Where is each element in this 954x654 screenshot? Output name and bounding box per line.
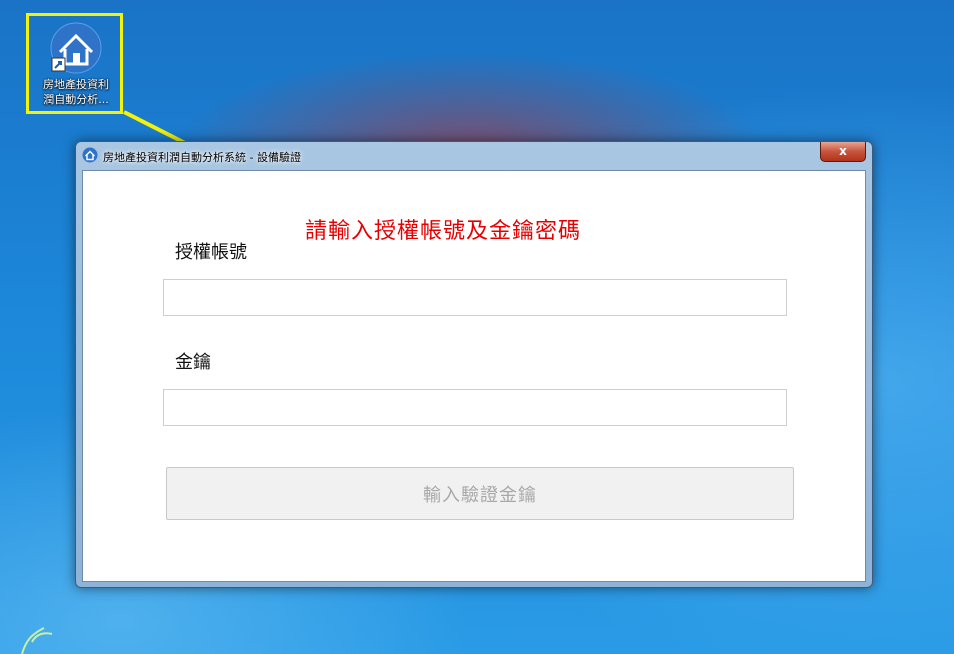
close-button[interactable]: x xyxy=(820,142,866,162)
account-label: 授權帳號 xyxy=(175,242,247,263)
key-label: 金鑰 xyxy=(175,352,211,373)
device-verification-window: 房地產投資利潤自動分析系統 - 設備驗證 x 請輸入授權帳號及金鑰密碼 授權帳號… xyxy=(75,141,873,588)
instruction-text: 請輸入授權帳號及金鑰密碼 xyxy=(305,219,582,244)
app-icon xyxy=(82,147,98,163)
account-input[interactable] xyxy=(163,279,787,316)
dialog-body: 請輸入授權帳號及金鑰密碼 授權帳號 金鑰 輸入驗證金鑰 xyxy=(82,170,866,582)
wallpaper-leaf-decoration xyxy=(21,627,53,654)
key-input[interactable] xyxy=(163,389,787,426)
window-title: 房地產投資利潤自動分析系統 - 設備驗證 xyxy=(103,151,301,164)
title-bar[interactable]: 房地產投資利潤自動分析系統 - 設備驗證 x xyxy=(76,142,872,170)
verify-key-button[interactable]: 輸入驗證金鑰 xyxy=(166,467,794,520)
